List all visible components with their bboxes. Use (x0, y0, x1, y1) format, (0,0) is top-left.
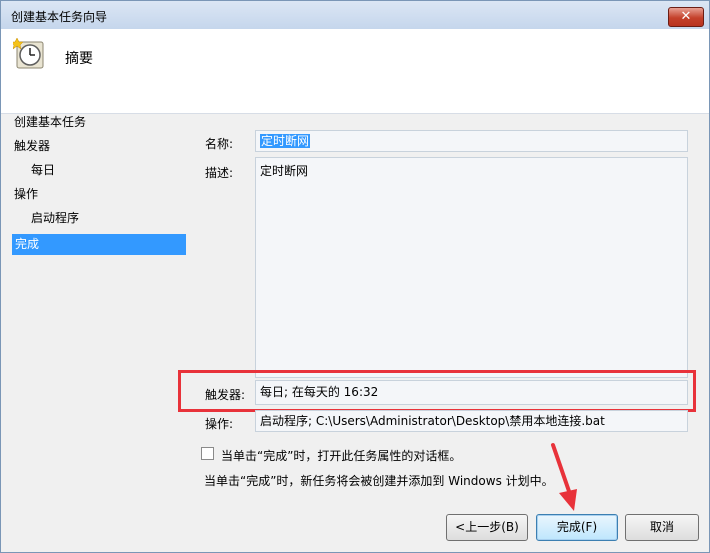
wizard-window: 创建基本任务向导 ✕ 摘要 创建基本任务 触发器 每日 操作 启动程序 完成 名… (0, 0, 710, 553)
sidebar-item-label: 触发器 (14, 139, 51, 153)
sidebar-item-finish[interactable]: 完成 (12, 234, 186, 255)
sidebar-item-label: 启动程序 (31, 211, 80, 225)
action-label: 操作: (205, 417, 234, 431)
sidebar-item-create-task[interactable]: 创建基本任务 (14, 112, 186, 133)
info-text: 当单击“完成”时，新任务将会被创建并添加到 Windows 计划中。 (204, 474, 554, 488)
wizard-body: 创建基本任务 触发器 每日 操作 启动程序 完成 名称: 定时断网 描述: 定时… (1, 114, 709, 552)
action-value: 启动程序; C:\Users\Administrator\Desktop\禁用本… (260, 414, 605, 428)
highlight-annotation (178, 370, 696, 412)
name-label: 名称: (205, 137, 234, 151)
window-title: 创建基本任务向导 (11, 10, 108, 24)
description-value: 定时断网 (260, 164, 309, 178)
cancel-button-label: 取消 (649, 520, 674, 534)
action-field[interactable]: 启动程序; C:\Users\Administrator\Desktop\禁用本… (255, 410, 688, 432)
sidebar-item-label: 完成 (15, 237, 40, 251)
title-bar[interactable]: 创建基本任务向导 ✕ (1, 1, 709, 29)
description-field[interactable]: 定时断网 (255, 157, 688, 378)
open-properties-label[interactable]: 当单击“完成”时，打开此任务属性的对话框。 (221, 447, 461, 464)
name-field[interactable]: 定时断网 (255, 130, 688, 152)
sidebar-item-start-program[interactable]: 启动程序 (31, 208, 186, 229)
name-value: 定时断网 (260, 134, 311, 148)
page-title: 摘要 (65, 51, 93, 67)
sidebar-item-daily[interactable]: 每日 (31, 160, 186, 181)
description-label: 描述: (205, 166, 234, 180)
close-button[interactable]: ✕ (668, 7, 704, 27)
clock-icon (13, 37, 44, 69)
cancel-button[interactable]: 取消 (625, 514, 699, 541)
back-button-label: <上一步(B) (455, 520, 519, 534)
sidebar-item-label: 每日 (31, 163, 56, 177)
finish-button-label: 完成(F) (556, 520, 598, 534)
sidebar-item-trigger[interactable]: 触发器 (14, 136, 186, 157)
back-button[interactable]: <上一步(B) (446, 514, 528, 541)
sidebar-item-label: 操作 (14, 187, 39, 201)
open-properties-checkbox[interactable] (201, 447, 214, 460)
red-arrow-annotation (551, 443, 577, 511)
sidebar-item-label: 创建基本任务 (14, 115, 87, 129)
close-icon: ✕ (680, 9, 692, 24)
finish-button[interactable]: 完成(F) (536, 514, 618, 541)
sidebar-item-action[interactable]: 操作 (14, 184, 186, 205)
wizard-header: 摘要 (1, 29, 709, 114)
